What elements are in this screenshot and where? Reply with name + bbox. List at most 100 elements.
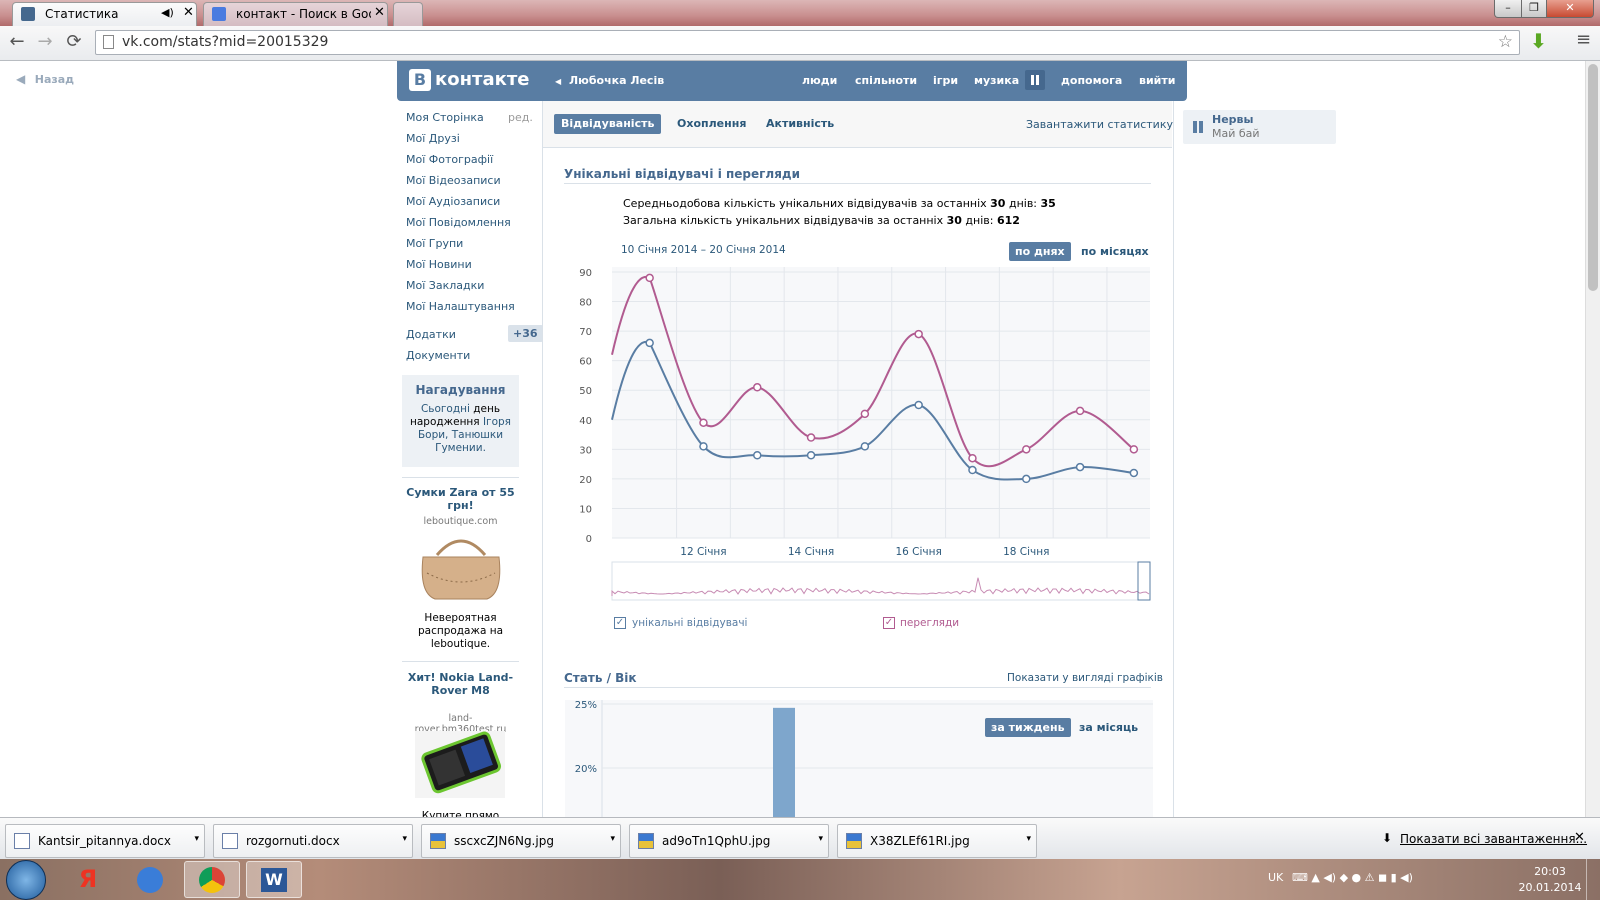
download-item[interactable]: sscxcZJN6Ng.jpg ▾	[421, 824, 621, 858]
ad-title[interactable]: Сумки Zara от 55 грн!	[404, 486, 517, 512]
avg-visitors-text: Середньодобова кількість унікальних відв…	[623, 197, 1056, 210]
chrome-app-icon[interactable]	[184, 861, 240, 898]
today-link[interactable]: Сьогодні	[421, 403, 470, 415]
show-graphs-link[interactable]: Показати у вигляді графіків	[1007, 672, 1163, 684]
chevron-down-icon[interactable]: ▾	[402, 834, 407, 844]
close-tab-icon[interactable]: ✕	[374, 5, 385, 20]
menu-bookmarks[interactable]: Мої Закладки	[406, 279, 484, 292]
close-downloads-icon[interactable]: ✕	[1574, 830, 1585, 845]
phone-image[interactable]	[415, 731, 505, 798]
download-item[interactable]: rozgornuti.docx ▾	[213, 824, 413, 858]
handbag-image[interactable]	[417, 533, 505, 603]
visitors-line-chart[interactable]: 0 10 20 30 40 50 60 70 80 90 12 Січня 14 Січня 16 Сі…	[575, 262, 1155, 612]
pause-icon[interactable]	[1025, 70, 1045, 90]
data-point	[1129, 445, 1139, 454]
menu-news[interactable]: Мої Новини	[406, 258, 472, 271]
download-item[interactable]: ad9oTn1QphU.jpg ▾	[629, 824, 829, 858]
page-scrollbar[interactable]	[1585, 61, 1600, 817]
data-point	[968, 453, 977, 463]
player-track: Май бай	[1212, 127, 1260, 140]
tab-google[interactable]: контакт - Поиск в Google ✕	[203, 2, 388, 26]
start-button[interactable]	[6, 860, 46, 900]
nav-help[interactable]: допомога	[1061, 74, 1122, 87]
apps-badge: +36	[508, 325, 543, 342]
menu-messages[interactable]: Мої Повідомлення	[406, 216, 511, 229]
menu-photos[interactable]: Мої Фотографії	[406, 153, 493, 166]
date-range[interactable]: 10 Січня 2014 – 20 Січня 2014	[621, 244, 786, 256]
tab-reach[interactable]: Охоплення	[670, 114, 753, 134]
yandex-browser-icon[interactable]: Я	[60, 861, 116, 898]
nav-logout[interactable]: вийти	[1139, 74, 1175, 87]
tray-icons[interactable]: ⌨ ▲ ◀︎) ◆ ● ⚠ ◼ ▮ ◀︎)	[1292, 871, 1413, 884]
menu-documents[interactable]: Документи	[406, 349, 470, 362]
legend-visitors[interactable]: унікальні відвідувачі	[632, 617, 747, 629]
bookmark-star-icon[interactable]: ☆	[1498, 32, 1513, 52]
menu-my-page[interactable]: Моя Сторінка	[406, 111, 484, 124]
by-day-button[interactable]: по днях	[1009, 242, 1071, 261]
scrollbar-thumb[interactable]	[1588, 64, 1598, 291]
language-indicator[interactable]: UK	[1268, 871, 1283, 884]
download-item[interactable]: X38ZLEf61RI.jpg ▾	[837, 824, 1037, 858]
download-item[interactable]: Kantsir_pitannya.docx ▾	[5, 824, 205, 858]
chevron-down-icon[interactable]: ▾	[818, 834, 823, 844]
audio-player[interactable]: Нервы Май бай	[1183, 110, 1336, 144]
back-link[interactable]: ◀ Назад	[16, 72, 74, 86]
address-bar[interactable]: vk.com/stats?mid=20015329 ☆	[95, 30, 1520, 55]
nav-people[interactable]: люди	[802, 74, 837, 87]
forward-arrow-icon[interactable]: →	[33, 31, 57, 55]
chevron-down-icon[interactable]: ▾	[610, 834, 615, 844]
close-tab-icon[interactable]: ✕	[183, 5, 194, 20]
chevron-down-icon[interactable]: ▾	[1026, 834, 1031, 844]
nav-communities[interactable]: спільноти	[855, 74, 917, 87]
menu-icon[interactable]: ≡	[1576, 29, 1591, 50]
x-tick-label: 14 Січня	[788, 546, 834, 558]
vk-logo-icon[interactable]: В	[409, 69, 431, 91]
tab-statistics[interactable]: Статистика ◀︎) ✕	[12, 2, 197, 26]
ad-title[interactable]: Хит! Nokia Land-Rover M8	[404, 671, 517, 697]
chevron-down-icon[interactable]: ▾	[194, 834, 199, 844]
close-window-button[interactable]: ✕	[1546, 0, 1594, 18]
menu-audio[interactable]: Мої Аудіозаписи	[406, 195, 500, 208]
new-tab-button[interactable]	[393, 2, 423, 26]
minimize-button[interactable]: –	[1494, 0, 1522, 18]
page-icon	[103, 35, 114, 49]
menu-apps[interactable]: Додатки	[406, 328, 456, 341]
nav-music[interactable]: музика	[974, 74, 1019, 87]
nav-games[interactable]: ігри	[933, 74, 958, 87]
vk-header: В контакте ◀ Любочка Лесів люди спільнот…	[397, 61, 1187, 101]
navigator-area	[611, 561, 1151, 601]
maximize-button[interactable]: ❐	[1521, 0, 1547, 18]
ad-domain[interactable]: leboutique.com	[404, 516, 517, 527]
menu-groups[interactable]: Мої Групи	[406, 237, 463, 250]
month-button[interactable]: за місяць	[1073, 718, 1144, 737]
legend-views[interactable]: перегляди	[900, 617, 959, 629]
ad-text[interactable]: Купите прямо сейчас!	[404, 810, 517, 817]
tab-attendance[interactable]: Відвідуваність	[554, 114, 662, 134]
ad-text[interactable]: Невероятная распродажа на leboutique.	[404, 612, 517, 651]
menu-settings[interactable]: Мої Налаштування	[406, 300, 515, 313]
pause-icon[interactable]	[1193, 121, 1197, 133]
tab-activity[interactable]: Активність	[759, 114, 841, 134]
views-checkbox[interactable]: ✓	[883, 617, 895, 629]
show-all-downloads-link[interactable]: Показати всі завантаження...	[1400, 832, 1587, 846]
total-mid: днів:	[961, 214, 997, 227]
clock-date[interactable]: 20.01.2014	[1518, 881, 1582, 894]
section-divider	[564, 687, 1151, 688]
show-desktop-button[interactable]	[1586, 859, 1600, 900]
word-app-icon[interactable]: W	[246, 861, 302, 898]
user-name-link[interactable]: ◀ Любочка Лесів	[555, 74, 664, 87]
edit-link[interactable]: ред.	[508, 111, 533, 124]
audio-player-app-icon[interactable]	[122, 861, 178, 898]
gender-age-title: Стать / Вік	[564, 671, 637, 685]
clock-time[interactable]: 20:03	[1524, 865, 1576, 878]
download-arrow-icon[interactable]: ⬇	[1530, 29, 1547, 53]
week-button[interactable]: за тиждень	[985, 718, 1071, 737]
vk-logo-text[interactable]: контакте	[435, 69, 529, 90]
back-arrow-icon[interactable]: ←	[5, 31, 29, 55]
reload-icon[interactable]: ⟳	[62, 31, 86, 55]
menu-friends[interactable]: Мої Друзі	[406, 132, 460, 145]
download-stats-link[interactable]: Завантажити статистику	[1026, 118, 1173, 131]
visitors-checkbox[interactable]: ✓	[614, 617, 626, 629]
menu-videos[interactable]: Мої Відеозаписи	[406, 174, 501, 187]
by-month-button[interactable]: по місяцях	[1075, 242, 1155, 261]
